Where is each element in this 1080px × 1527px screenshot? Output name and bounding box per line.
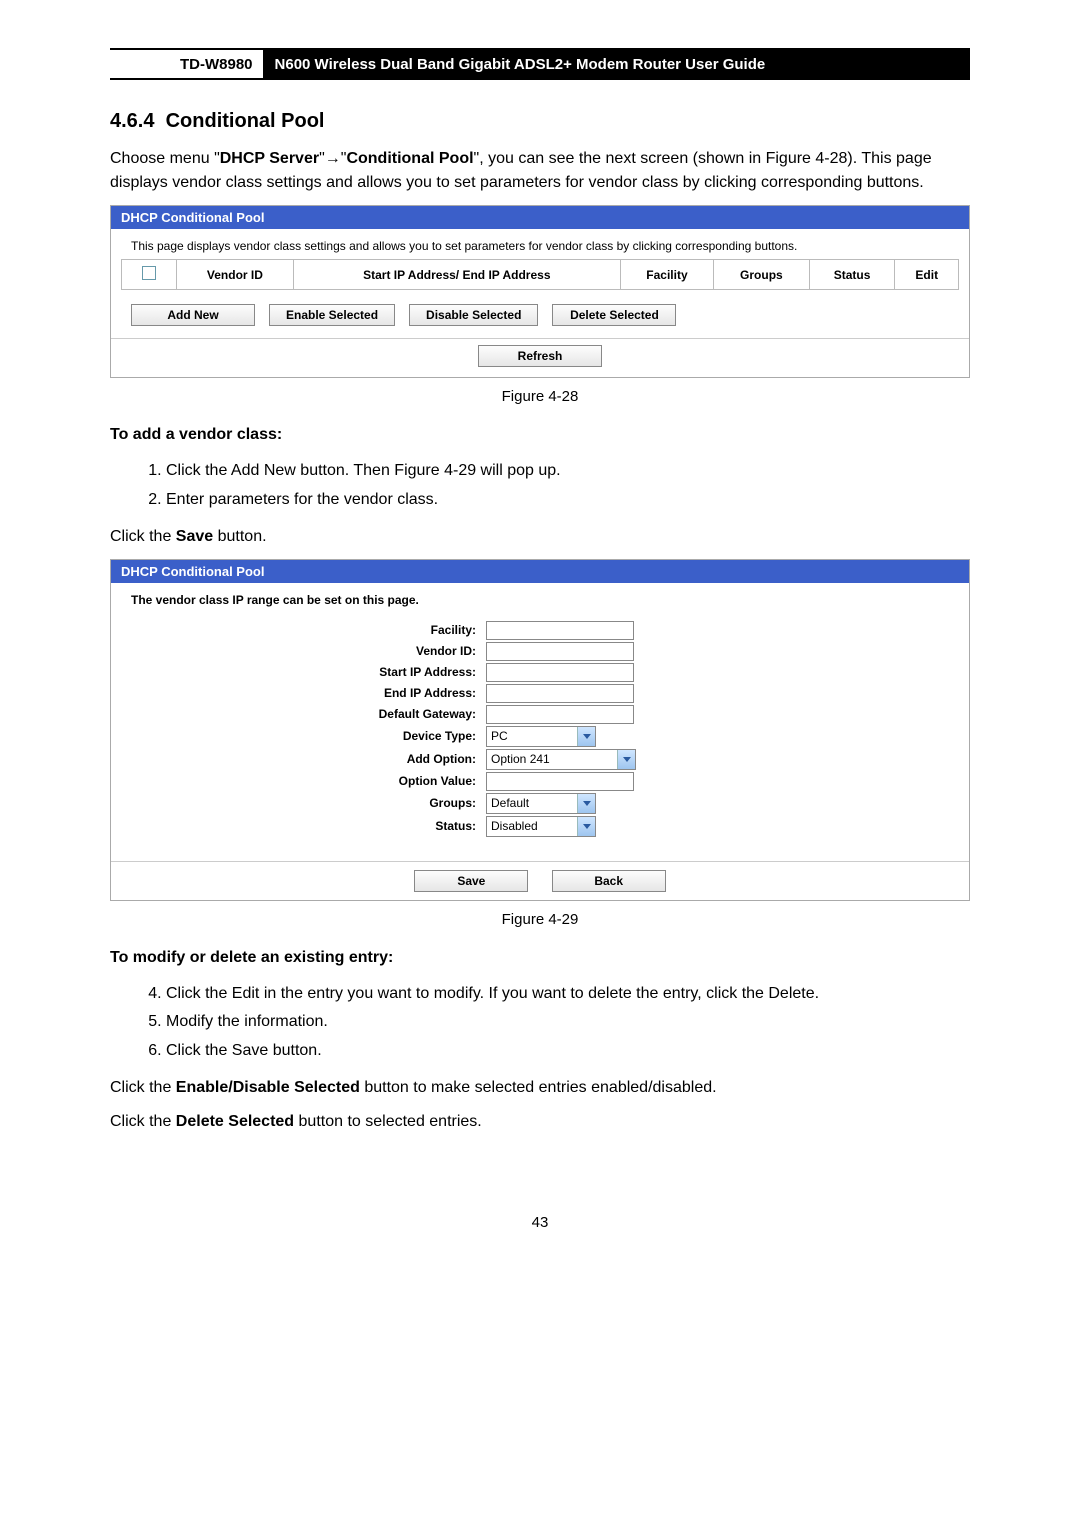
- page-number: 43: [110, 1214, 970, 1271]
- chevron-down-icon: [577, 817, 595, 836]
- groups-select[interactable]: Default: [486, 793, 596, 814]
- label-device-type: Device Type:: [141, 729, 486, 743]
- section-heading: 4.6.4 Conditional Pool: [110, 110, 970, 133]
- add-vendor-heading: To add a vendor class:: [110, 423, 970, 447]
- th-groups: Groups: [714, 260, 809, 290]
- fig29-button-row: Save Back: [111, 861, 969, 900]
- add-vendor-steps: Click the Add New button. Then Figure 4-…: [110, 457, 970, 515]
- chevron-down-icon: [617, 750, 635, 769]
- modify-step-6: Click the Save button.: [166, 1037, 970, 1066]
- groups-value: Default: [487, 794, 577, 813]
- label-end-ip: End IP Address:: [141, 686, 486, 700]
- delete-selected-button[interactable]: Delete Selected: [552, 304, 676, 326]
- th-vendor-id: Vendor ID: [177, 260, 294, 290]
- label-groups: Groups:: [141, 796, 486, 810]
- add-option-value: Option 241: [487, 750, 617, 769]
- status-select[interactable]: Disabled: [486, 816, 596, 837]
- th-edit: Edit: [895, 260, 959, 290]
- status-value: Disabled: [487, 817, 577, 836]
- chevron-down-icon: [577, 794, 595, 813]
- header-title: N600 Wireless Dual Band Gigabit ADSL2+ M…: [263, 50, 970, 78]
- label-facility: Facility:: [141, 623, 486, 637]
- fig28-caption: Figure 4-28: [110, 388, 970, 405]
- table-header-checkbox[interactable]: [122, 260, 177, 290]
- add-step-1: Click the Add New button. Then Figure 4-…: [166, 457, 970, 486]
- fig29-description: The vendor class IP range can be set on …: [111, 583, 969, 613]
- save-button[interactable]: Save: [414, 870, 528, 892]
- facility-field[interactable]: [486, 621, 634, 640]
- end-ip-field[interactable]: [486, 684, 634, 703]
- fig28-description: This page displays vendor class settings…: [111, 229, 969, 259]
- back-button[interactable]: Back: [552, 870, 666, 892]
- label-status: Status:: [141, 819, 486, 833]
- delete-selected-line: Click the Delete Selected button to sele…: [110, 1110, 970, 1134]
- page-header: TD-W8980 N600 Wireless Dual Band Gigabit…: [110, 48, 970, 80]
- label-vendor-id: Vendor ID:: [141, 644, 486, 658]
- enable-disable-line: Click the Enable/Disable Selected button…: [110, 1076, 970, 1100]
- modify-step-5: Modify the information.: [166, 1008, 970, 1037]
- fig28-button-row: Add New Enable Selected Disable Selected…: [111, 300, 969, 338]
- chevron-down-icon: [577, 727, 595, 746]
- enable-selected-button[interactable]: Enable Selected: [269, 304, 395, 326]
- fig28-titlebar: DHCP Conditional Pool: [111, 206, 969, 229]
- modify-heading: To modify or delete an existing entry:: [110, 946, 970, 970]
- figure-4-29: DHCP Conditional Pool The vendor class I…: [110, 559, 970, 901]
- label-start-ip: Start IP Address:: [141, 665, 486, 679]
- add-option-select[interactable]: Option 241: [486, 749, 636, 770]
- add-new-button[interactable]: Add New: [131, 304, 255, 326]
- click-save-line: Click the Save button.: [110, 525, 970, 549]
- header-model: TD-W8980: [110, 50, 263, 78]
- checkbox-icon[interactable]: [142, 266, 156, 280]
- fig29-form: Facility: Vendor ID: Start IP Address: E…: [111, 613, 969, 853]
- vendor-id-field[interactable]: [486, 642, 634, 661]
- th-status: Status: [809, 260, 895, 290]
- disable-selected-button[interactable]: Disable Selected: [409, 304, 538, 326]
- device-type-value: PC: [487, 727, 577, 746]
- device-type-select[interactable]: PC: [486, 726, 596, 747]
- th-ip-range: Start IP Address/ End IP Address: [293, 260, 620, 290]
- intro-paragraph: Choose menu "DHCP Server"→"Conditional P…: [110, 147, 970, 195]
- fig29-caption: Figure 4-29: [110, 911, 970, 928]
- default-gateway-field[interactable]: [486, 705, 634, 724]
- label-default-gateway: Default Gateway:: [141, 707, 486, 721]
- modify-steps: Click the Edit in the entry you want to …: [110, 980, 970, 1066]
- section-number: 4.6.4: [110, 110, 154, 132]
- add-step-2: Enter parameters for the vendor class.: [166, 486, 970, 515]
- fig29-titlebar: DHCP Conditional Pool: [111, 560, 969, 583]
- option-value-field[interactable]: [486, 772, 634, 791]
- th-facility: Facility: [620, 260, 713, 290]
- modify-step-4: Click the Edit in the entry you want to …: [166, 980, 970, 1009]
- fig28-refresh-row: Refresh: [111, 338, 969, 377]
- section-title: Conditional Pool: [166, 110, 325, 132]
- label-option-value: Option Value:: [141, 774, 486, 788]
- start-ip-field[interactable]: [486, 663, 634, 682]
- label-add-option: Add Option:: [141, 752, 486, 766]
- refresh-button[interactable]: Refresh: [478, 345, 602, 367]
- conditional-pool-table: Vendor ID Start IP Address/ End IP Addre…: [121, 259, 959, 290]
- figure-4-28: DHCP Conditional Pool This page displays…: [110, 205, 970, 378]
